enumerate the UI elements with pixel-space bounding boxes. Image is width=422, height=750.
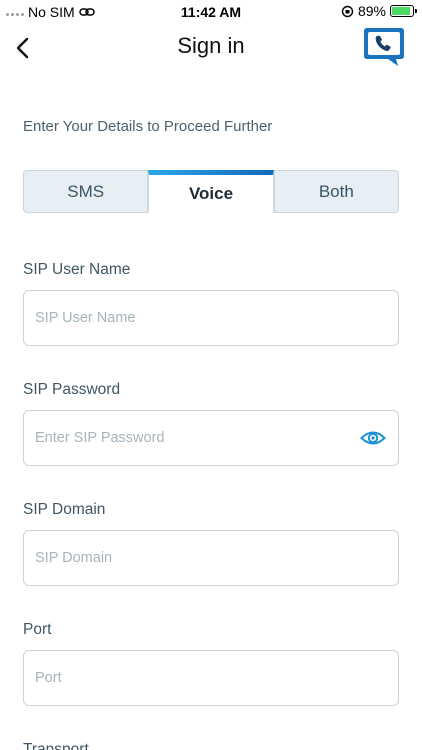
app-logo <box>362 26 406 68</box>
page-title: Sign in <box>177 33 245 58</box>
port-label: Port <box>23 621 52 638</box>
toggle-password-visibility-button[interactable] <box>360 427 386 449</box>
mode-tabs: SMS Voice Both <box>23 170 399 213</box>
instruction-text: Enter Your Details to Proceed Further <box>23 118 273 135</box>
battery-info: 89% <box>341 3 417 19</box>
tab-both[interactable]: Both <box>273 170 399 213</box>
eye-icon <box>360 431 386 445</box>
sip-domain-input[interactable] <box>24 531 398 585</box>
phone-chat-logo-icon <box>364 28 404 66</box>
sip-password-label: SIP Password <box>23 381 121 398</box>
battery-fill <box>392 7 410 15</box>
sip-domain-field-box <box>23 530 399 586</box>
battery-icon <box>390 5 417 17</box>
status-bar: No SIM 11:42 AM 89% <box>0 0 422 24</box>
transport-label: Transport <box>23 741 89 750</box>
sip-user-field-box <box>23 290 399 346</box>
tab-sms[interactable]: SMS <box>23 170 149 213</box>
battery-percent: 89% <box>357 3 386 19</box>
sip-password-input[interactable] <box>24 411 398 465</box>
orientation-lock-icon <box>341 5 354 17</box>
port-field-box <box>23 650 399 706</box>
sip-domain-label: SIP Domain <box>23 501 106 518</box>
tab-voice[interactable]: Voice <box>148 170 274 213</box>
port-input[interactable] <box>24 651 398 705</box>
sip-user-input[interactable] <box>24 291 398 345</box>
nav-bar: Sign in <box>0 24 422 72</box>
sip-user-label: SIP User Name <box>23 261 131 278</box>
sip-password-field-box <box>23 410 399 466</box>
